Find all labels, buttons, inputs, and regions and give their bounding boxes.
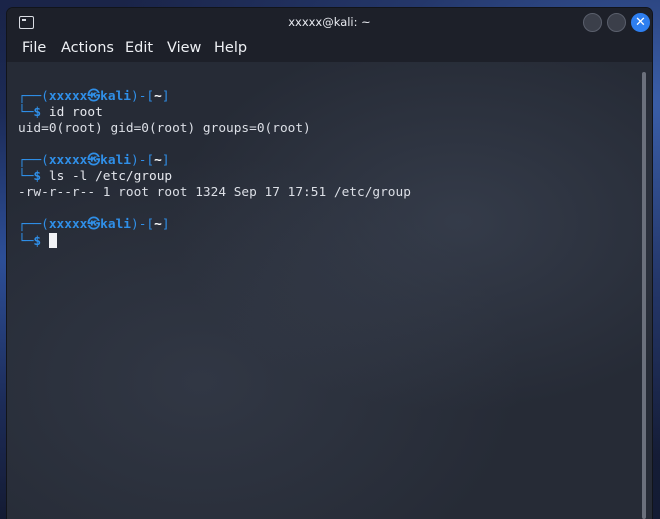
command-output: uid=0(root) gid=0(root) groups=0(root) bbox=[18, 121, 311, 136]
active-command-line[interactable]: └─$ bbox=[18, 233, 57, 249]
command-output: -rw-r--r-- 1 root root 1324 Sep 17 17:51… bbox=[18, 185, 411, 200]
window-title: xxxxx@kali: ~ bbox=[288, 15, 371, 29]
menu-edit[interactable]: Edit bbox=[125, 40, 153, 56]
text-cursor bbox=[48, 233, 57, 248]
minimize-button[interactable] bbox=[583, 13, 602, 32]
terminal-output-area[interactable]: ┌──(xxxxx㉿kali)-[~] └─$ id root uid=0(ro… bbox=[7, 62, 652, 519]
menu-bar: File Actions Edit View Help bbox=[7, 38, 652, 62]
menu-view[interactable]: View bbox=[167, 40, 201, 56]
menu-help[interactable]: Help bbox=[214, 40, 247, 56]
vertical-scrollbar[interactable] bbox=[642, 72, 646, 519]
title-bar[interactable]: xxxxx@kali: ~ ✕ bbox=[7, 8, 652, 38]
command-text: ls -l /etc/group bbox=[48, 169, 173, 184]
prompt-line: ┌──(xxxxx㉿kali)-[~] bbox=[18, 217, 170, 232]
command-line: └─$ id root bbox=[18, 105, 103, 120]
close-button[interactable]: ✕ bbox=[631, 13, 650, 32]
menu-actions[interactable]: Actions bbox=[61, 40, 114, 56]
prompt-line: ┌──(xxxxx㉿kali)-[~] bbox=[18, 153, 170, 168]
close-icon: ✕ bbox=[635, 15, 646, 30]
menu-file[interactable]: File bbox=[22, 40, 46, 56]
maximize-button[interactable] bbox=[607, 13, 626, 32]
command-text: id root bbox=[48, 105, 103, 120]
terminal-window: xxxxx@kali: ~ ✕ File Actions Edit View H… bbox=[7, 8, 652, 519]
command-line: └─$ ls -l /etc/group bbox=[18, 169, 173, 184]
prompt-line: ┌──(xxxxx㉿kali)-[~] bbox=[18, 89, 170, 104]
